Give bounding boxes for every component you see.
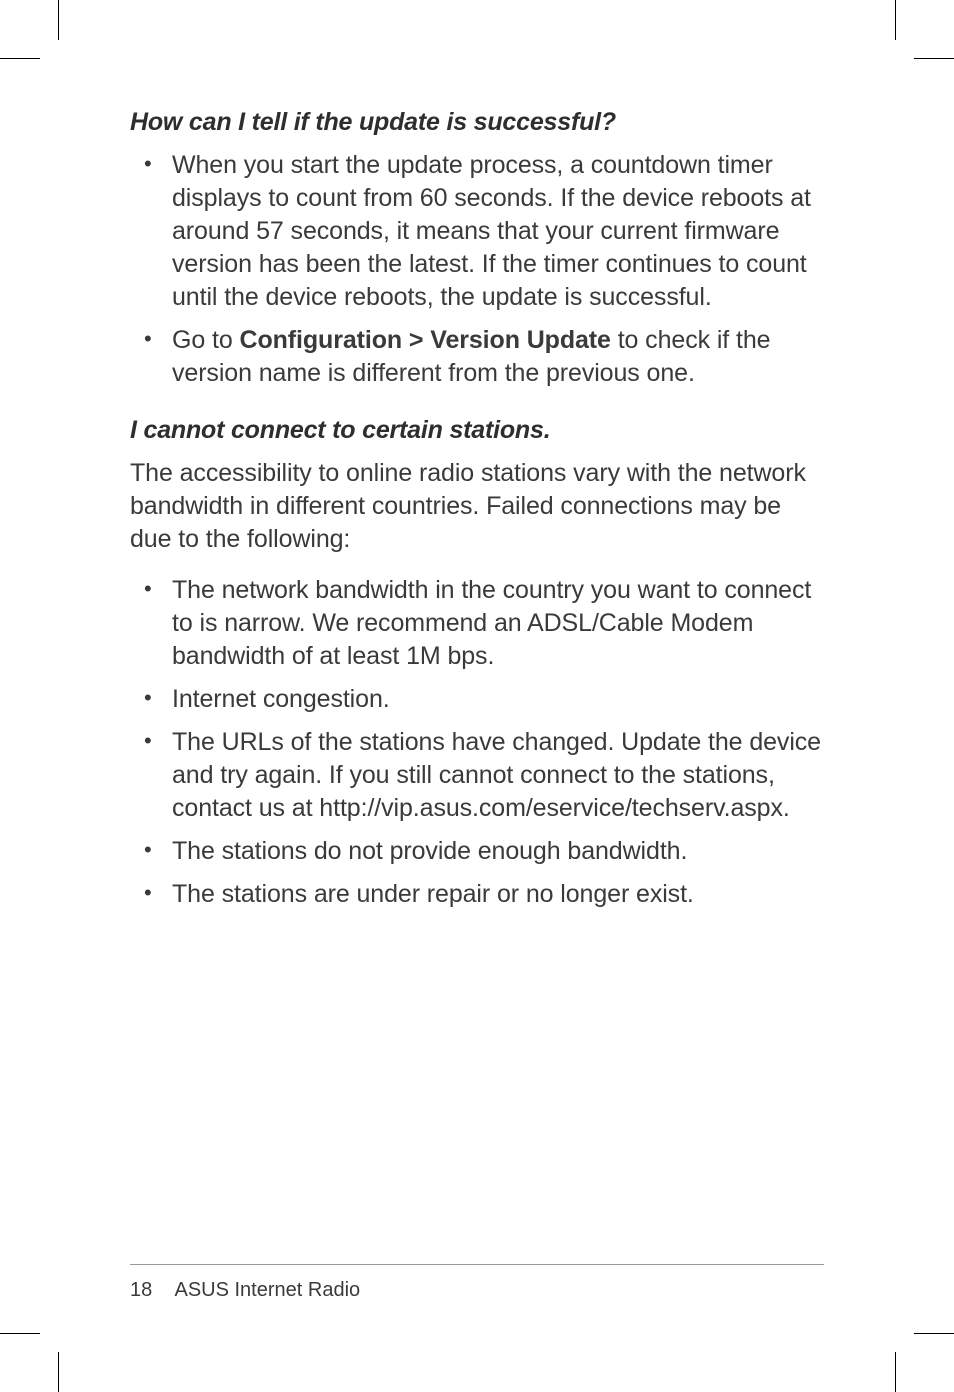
list-item-pre: Go to [172,326,240,354]
list-item: Internet congestion. [130,683,824,716]
crop-mark [58,1352,59,1392]
list-item-bold: Configuration > Version Update [240,326,611,354]
crop-mark [914,1333,954,1334]
faq-intro-paragraph: The accessibility to online radio statio… [130,457,824,556]
page-number: 18 [130,1279,152,1301]
page-content: How can I tell if the update is successf… [130,108,824,1302]
crop-mark [0,1333,40,1334]
faq-heading-1: How can I tell if the update is successf… [130,108,824,137]
crop-mark [0,58,40,59]
faq-answer-list-2: The network bandwidth in the country you… [130,574,824,911]
page-footer: 18 ASUS Internet Radio [130,1264,824,1302]
list-item: The URLs of the stations have changed. U… [130,726,824,825]
crop-mark [895,0,896,40]
list-item: Go to Configuration > Version Update to … [130,324,824,390]
list-item: The stations are under repair or no long… [130,878,824,911]
list-item-text: When you start the update process, a cou… [172,151,811,311]
faq-section-2: I cannot connect to certain stations. Th… [130,416,824,911]
list-item: The network bandwidth in the country you… [130,574,824,673]
crop-mark [58,0,59,40]
list-item: The stations do not provide enough bandw… [130,835,824,868]
footer-title: ASUS Internet Radio [174,1279,360,1301]
crop-mark [895,1352,896,1392]
faq-heading-2: I cannot connect to certain stations. [130,416,824,445]
crop-mark [914,58,954,59]
faq-answer-list-1: When you start the update process, a cou… [130,149,824,390]
list-item: When you start the update process, a cou… [130,149,824,314]
